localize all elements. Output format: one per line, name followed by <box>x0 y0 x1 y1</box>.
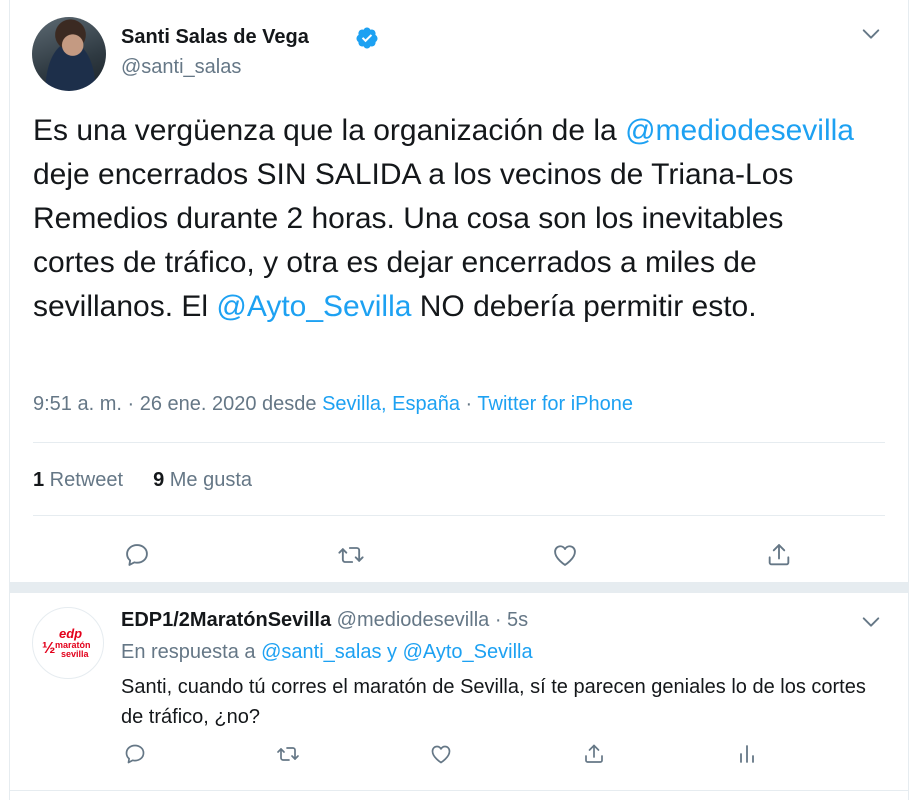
meta-separator: · <box>459 393 478 415</box>
reply-header: EDP1/2MaratónSevilla @mediodesevilla · 5… <box>121 609 528 632</box>
share-button[interactable] <box>762 538 796 572</box>
logo-text: edp <box>59 626 83 641</box>
reply-text: Santi, cuando tú corres el maratón de Se… <box>121 676 866 728</box>
retweet-stat[interactable]: 1 Retweet <box>33 469 123 491</box>
like-count: 9 <box>153 469 165 491</box>
share-icon <box>585 744 603 763</box>
chevron-down-icon[interactable] <box>860 611 882 633</box>
avatar[interactable]: edp ½ maratón sevilla <box>32 607 104 679</box>
like-label: Me gusta <box>164 469 253 491</box>
mention-ayto-sevilla[interactable]: @Ayto_Sevilla <box>216 290 411 323</box>
tweet-text-part: NO debería permitir esto. <box>411 290 757 323</box>
tweet-text: Es una vergüenza que la organización de … <box>33 109 863 329</box>
like-icon <box>431 745 451 764</box>
thread-separator <box>10 582 908 593</box>
tweet-thread: Santi Salas de Vega @santi_salas Es una … <box>9 0 909 800</box>
avatar[interactable] <box>32 17 106 91</box>
share-icon <box>768 544 790 566</box>
meta-separator: · <box>489 609 508 631</box>
tweet-stats: 1 Retweet 9 Me gusta <box>33 469 252 492</box>
like-stat[interactable]: 9 Me gusta <box>153 469 252 491</box>
share-button[interactable] <box>579 739 609 769</box>
analytics-icon <box>740 745 754 763</box>
retweet-button[interactable] <box>334 538 368 572</box>
mention-santi-salas[interactable]: @santi_salas <box>261 641 381 663</box>
author-handle[interactable]: @santi_salas <box>121 56 241 79</box>
reply-icon <box>125 744 145 764</box>
divider <box>33 515 885 516</box>
author-name[interactable]: EDP1/2MaratónSevilla <box>121 609 331 631</box>
verified-badge-icon <box>356 27 378 49</box>
retweet-icon <box>277 747 299 761</box>
logo-text: sevilla <box>61 649 89 659</box>
reply-icon <box>126 544 148 566</box>
divider <box>10 790 908 791</box>
tweet-text-part: Es una vergüenza que la organización de … <box>33 114 626 147</box>
tweet-timestamp[interactable]: 5s <box>507 609 528 631</box>
reply-button[interactable] <box>120 538 154 572</box>
tweet-source[interactable]: Twitter for iPhone <box>477 393 633 415</box>
like-icon <box>554 545 576 566</box>
tweet-timestamp[interactable]: 9:51 a. m. · 26 ene. 2020 desde <box>33 393 322 415</box>
retweet-icon <box>338 547 364 563</box>
in-reply-joiner: y <box>381 641 403 663</box>
author-name[interactable]: Santi Salas de Vega <box>121 26 309 49</box>
tweet-location[interactable]: Sevilla, España <box>322 393 460 415</box>
reply-button[interactable] <box>120 739 150 769</box>
retweet-button[interactable] <box>273 739 303 769</box>
chevron-down-icon[interactable] <box>860 23 882 45</box>
retweet-label: Retweet <box>44 469 124 491</box>
in-reply-to: En respuesta a @santi_salas y @Ayto_Sevi… <box>121 641 533 664</box>
author-handle[interactable]: @mediodesevilla <box>337 609 490 631</box>
retweet-count: 1 <box>33 469 45 491</box>
mention-mediodesevilla[interactable]: @mediodesevilla <box>625 114 854 147</box>
in-reply-prefix: En respuesta a <box>121 641 262 663</box>
logo-mark: ½ <box>42 640 56 657</box>
divider <box>33 442 885 443</box>
like-button[interactable] <box>548 538 582 572</box>
like-button[interactable] <box>426 739 456 769</box>
tweet-meta: 9:51 a. m. · 26 ene. 2020 desde Sevilla,… <box>33 393 633 416</box>
analytics-button[interactable] <box>732 739 762 769</box>
mention-ayto-sevilla[interactable]: @Ayto_Sevilla <box>403 641 533 663</box>
